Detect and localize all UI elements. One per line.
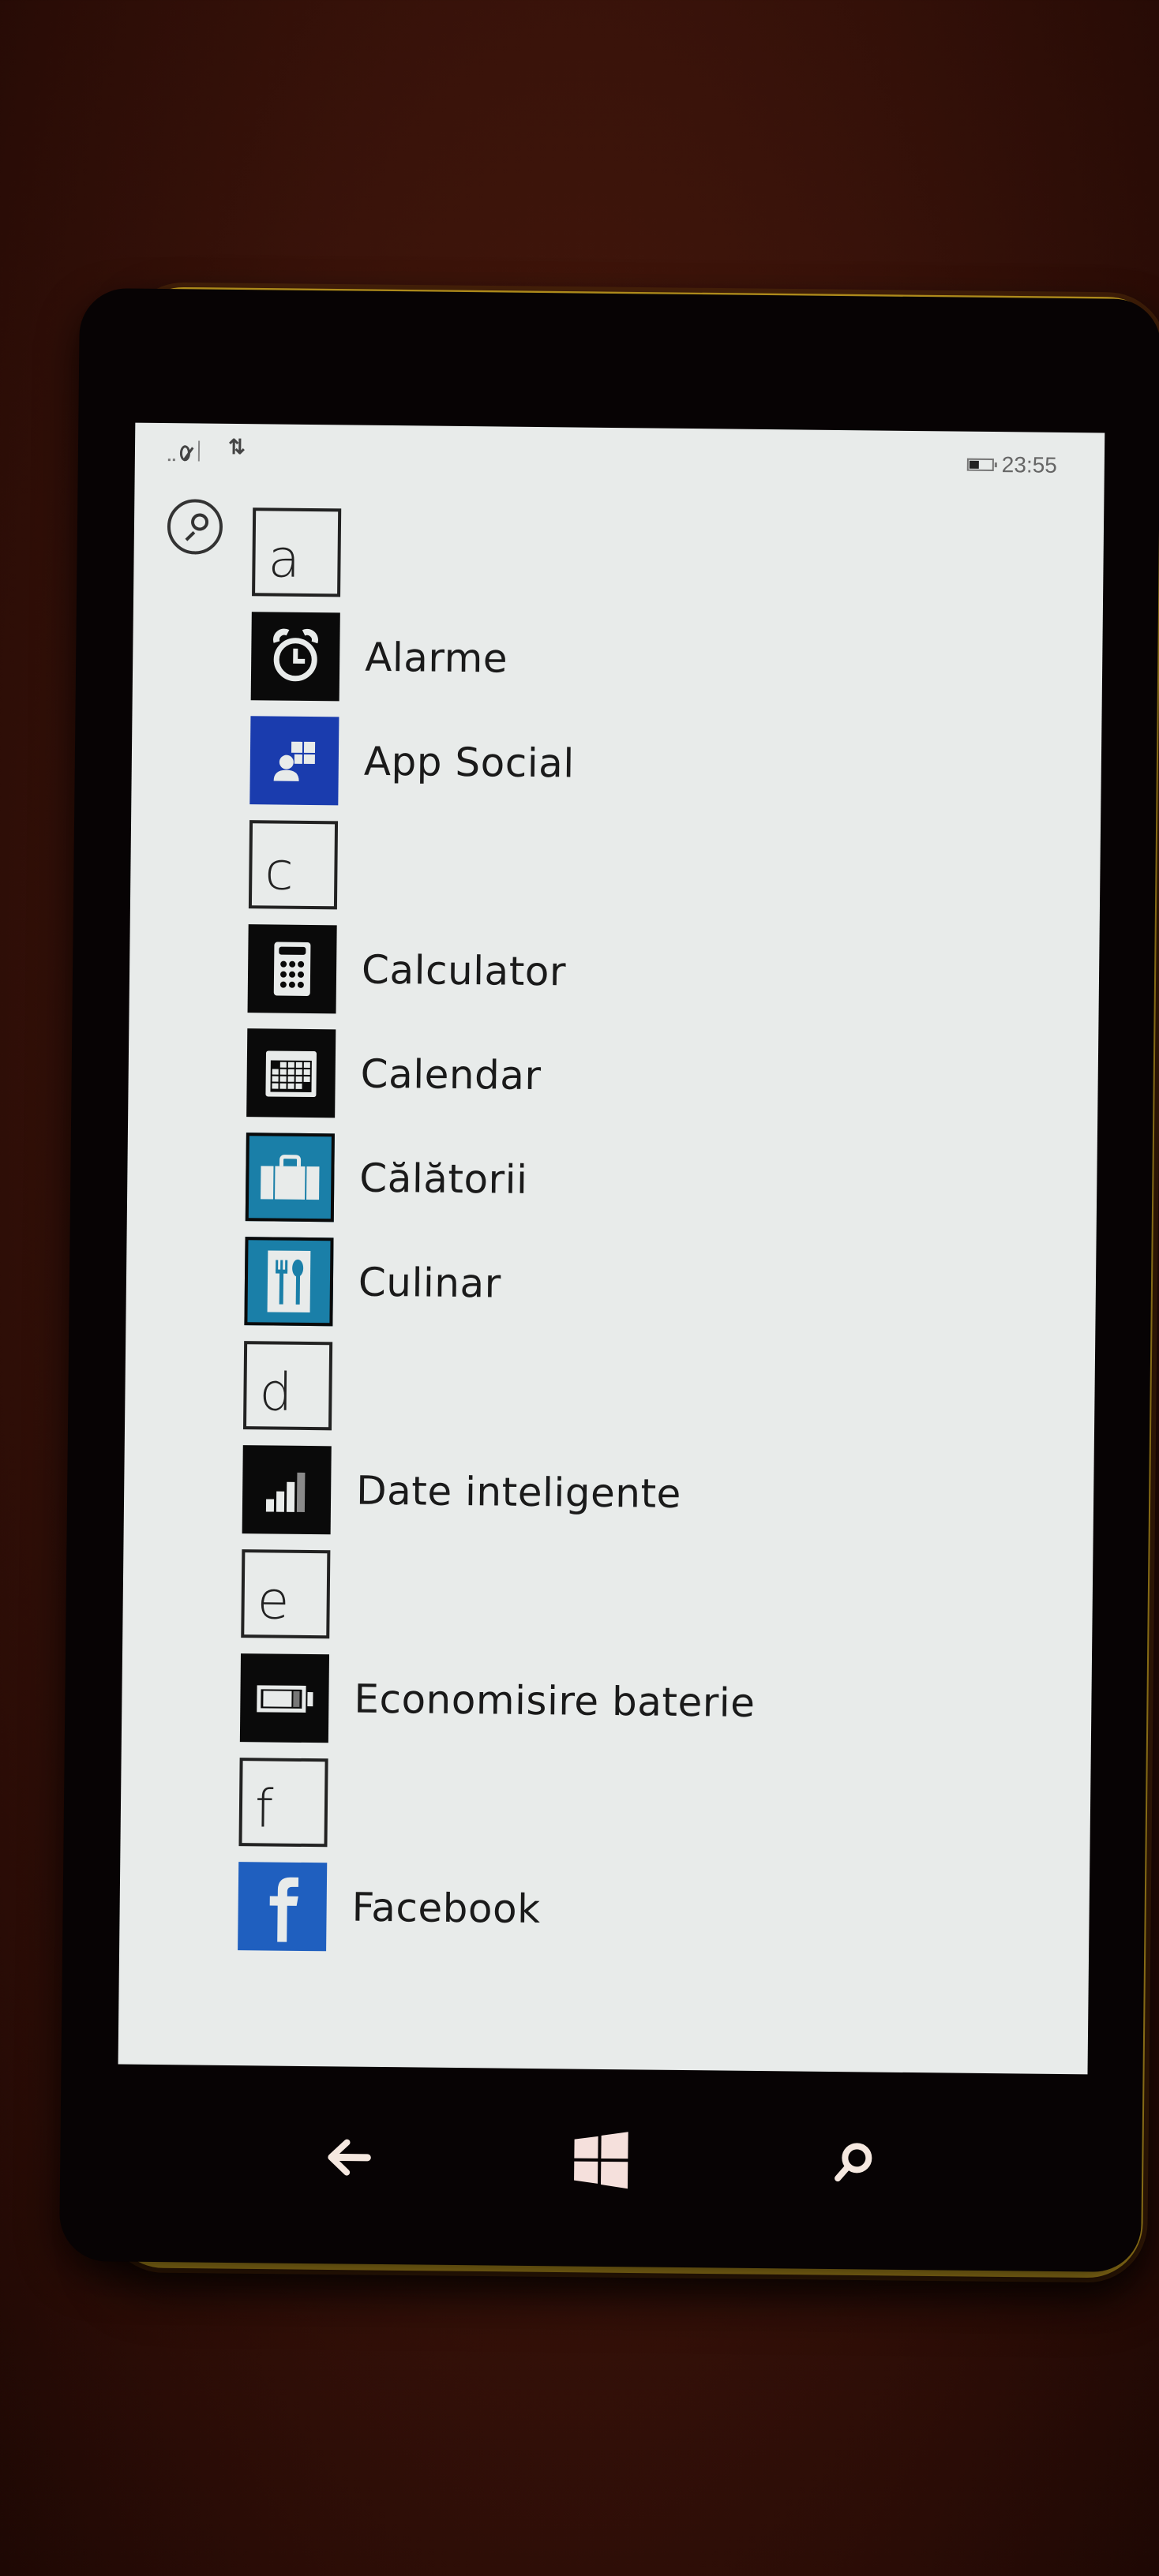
search-icon bbox=[190, 513, 209, 531]
app-label: Culinar bbox=[358, 1259, 502, 1307]
app-label: Economisire baterie bbox=[354, 1676, 756, 1726]
app-tile[interactable] bbox=[245, 1133, 335, 1222]
app-tile[interactable] bbox=[249, 716, 339, 806]
app-item-calatorii[interactable]: Călătorii bbox=[245, 1125, 1075, 1237]
windows-logo-icon bbox=[574, 2132, 628, 2189]
app-social-icon bbox=[273, 741, 316, 781]
group-letter: d bbox=[259, 1361, 293, 1423]
group-header-a[interactable]: a bbox=[252, 500, 1082, 612]
calculator-icon bbox=[273, 942, 311, 996]
search-button[interactable] bbox=[818, 2127, 890, 2199]
facebook-icon bbox=[269, 1877, 299, 1942]
search-icon bbox=[835, 2143, 872, 2182]
status-bar: ⇅ 23:55 bbox=[135, 423, 1105, 481]
navigation-bar bbox=[60, 2072, 1143, 2225]
app-label: Alarme bbox=[364, 634, 508, 682]
group-letter: f bbox=[254, 1778, 274, 1840]
data-sense-icon bbox=[265, 1472, 306, 1512]
start-button[interactable] bbox=[565, 2124, 637, 2196]
app-tile[interactable] bbox=[250, 612, 340, 702]
app-label: Calculator bbox=[361, 946, 567, 995]
calendar-icon bbox=[265, 1050, 317, 1098]
alarm-clock-icon bbox=[273, 628, 318, 682]
app-label: Călătorii bbox=[359, 1155, 528, 1203]
suitcase-icon bbox=[261, 1155, 320, 1200]
status-time: 23:55 bbox=[1001, 452, 1058, 477]
app-label: Facebook bbox=[351, 1884, 541, 1933]
no-sim-icon bbox=[179, 445, 191, 462]
app-label: Date inteligente bbox=[355, 1467, 682, 1517]
app-tile[interactable] bbox=[247, 924, 337, 1014]
battery-icon bbox=[966, 458, 994, 472]
app-tile[interactable] bbox=[244, 1237, 334, 1327]
app-list-search-button[interactable] bbox=[167, 499, 223, 555]
group-header-d[interactable]: d bbox=[242, 1333, 1073, 1446]
group-letter: a bbox=[268, 528, 301, 590]
app-tile[interactable] bbox=[242, 1445, 332, 1535]
app-item-economisire-baterie[interactable]: Economisire baterie bbox=[239, 1646, 1070, 1758]
app-item-date-inteligente[interactable]: Date inteligente bbox=[242, 1437, 1072, 1550]
app-item-facebook[interactable]: Facebook bbox=[238, 1854, 1067, 1967]
group-header-f[interactable]: f bbox=[238, 1750, 1068, 1863]
app-item-calculator[interactable]: Calculator bbox=[247, 916, 1077, 1029]
app-list: a Alarme App Social c Calculator Calenda… bbox=[238, 500, 1082, 1967]
app-tile[interactable] bbox=[238, 1862, 328, 1952]
app-item-calendar[interactable]: Calendar bbox=[246, 1020, 1076, 1133]
group-letter: e bbox=[257, 1570, 290, 1631]
group-header-e[interactable]: e bbox=[241, 1541, 1071, 1654]
data-transfer-icon: ⇅ bbox=[227, 434, 244, 459]
back-arrow-icon bbox=[328, 2139, 371, 2176]
app-label: App Social bbox=[363, 738, 575, 787]
app-item-alarme[interactable]: Alarme bbox=[250, 604, 1081, 717]
app-item-culinar[interactable]: Culinar bbox=[244, 1229, 1074, 1342]
screen: ⇅ 23:55 a Alarme App Social c Calculator… bbox=[118, 422, 1105, 2075]
battery-saver-icon bbox=[257, 1685, 313, 1713]
app-tile[interactable] bbox=[246, 1028, 336, 1118]
fork-spoon-icon bbox=[267, 1250, 311, 1313]
app-tile[interactable] bbox=[239, 1653, 330, 1743]
back-button[interactable] bbox=[313, 2121, 384, 2193]
phone-body: ⇅ 23:55 a Alarme App Social c Calculator… bbox=[58, 287, 1159, 2273]
signal-icon bbox=[167, 437, 201, 462]
group-header-c[interactable]: c bbox=[248, 812, 1078, 925]
app-label: Calendar bbox=[360, 1050, 542, 1099]
app-item-app-social[interactable]: App Social bbox=[249, 708, 1079, 821]
group-letter: c bbox=[264, 841, 294, 902]
